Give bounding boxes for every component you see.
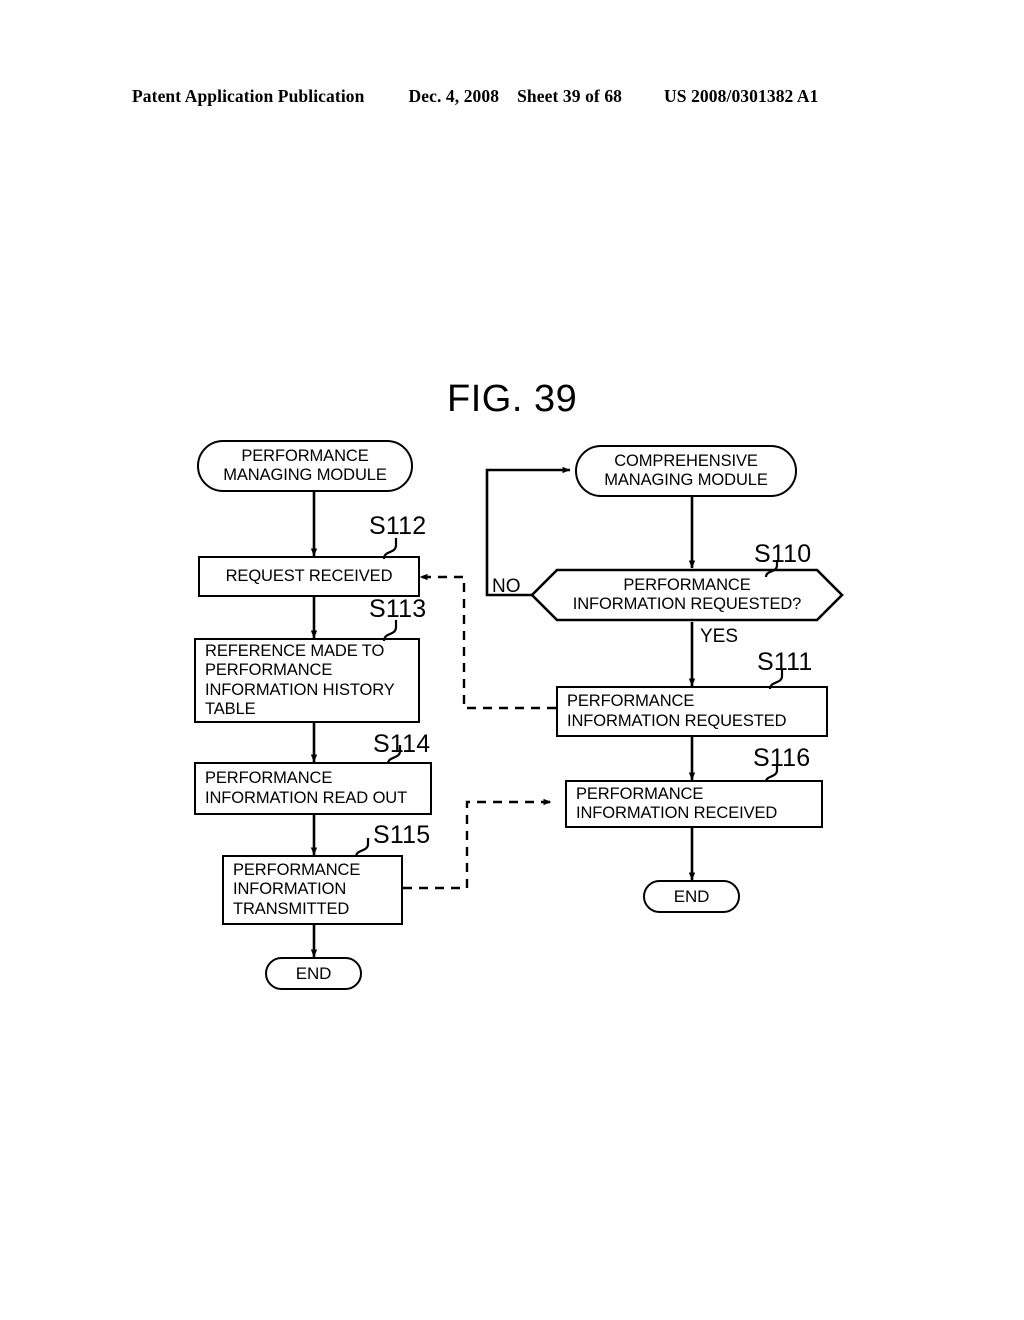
node-end-right[interactable]: END [643,880,740,913]
node-s114-information-read-out[interactable]: PERFORMANCE INFORMATION READ OUT [194,762,432,815]
step-label-s115: S115 [373,821,431,849]
flowchart-figure-39: PERFORMANCE MANAGING MODULE REQUEST RECE… [0,0,1024,1320]
leader-line-s115 [354,838,370,858]
node-s112-request-received[interactable]: REQUEST RECEIVED [198,556,420,597]
leader-line-s116 [764,765,779,783]
node-line: INFORMATION REQUESTED? [572,595,802,613]
node-line: REFERENCE MADE TO [205,642,385,661]
node-line: TRANSMITTED [233,899,350,918]
node-line: INFORMATION RECEIVED [576,804,778,822]
node-s110-information-requested-decision[interactable]: PERFORMANCE INFORMATION REQUESTED? [530,568,844,622]
step-label-s112: S112 [369,512,427,540]
node-line: INFORMATION READ OUT [205,788,408,807]
hexagon-text: PERFORMANCE INFORMATION REQUESTED? [530,576,844,614]
node-line: PERFORMANCE [576,784,704,803]
node-s111-information-requested[interactable]: PERFORMANCE INFORMATION REQUESTED [556,686,828,737]
branch-label-yes: YES [700,626,739,647]
node-line: PERFORMANCE [205,769,333,788]
node-line: COMPREHENSIVE [614,451,758,470]
node-s116-information-received[interactable]: PERFORMANCE INFORMATION RECEIVED [565,780,823,828]
node-line: END [295,963,332,983]
leader-line-s113 [382,620,398,642]
node-line: PERFORMANCE [623,575,751,594]
node-s115-information-transmitted[interactable]: PERFORMANCE INFORMATION TRANSMITTED [222,855,403,925]
node-s113-reference-made[interactable]: REFERENCE MADE TO PERFORMANCE INFORMATIO… [194,638,420,723]
node-line: PERFORMANCE [241,446,369,465]
node-line: MANAGING MODULE [223,466,387,484]
node-line: END [673,886,710,906]
node-line: PERFORMANCE [567,692,695,711]
node-line: PERFORMANCE [205,661,333,680]
node-line: REQUEST RECEIVED [225,566,393,585]
node-end-left[interactable]: END [265,957,362,990]
node-line: TABLE [205,699,256,718]
node-line: INFORMATION REQUESTED [567,711,787,730]
node-line: INFORMATION HISTORY [205,680,395,699]
leader-line-s112 [382,538,398,560]
flowchart-connectors [310,466,696,958]
node-line: MANAGING MODULE [604,471,768,489]
branch-label-no: NO [492,576,521,597]
node-line: INFORMATION [233,880,347,899]
node-comprehensive-managing-module[interactable]: COMPREHENSIVE MANAGING MODULE [575,445,797,497]
node-line: PERFORMANCE [233,861,361,880]
leader-line-s114 [386,745,402,765]
node-performance-managing-module[interactable]: PERFORMANCE MANAGING MODULE [197,440,413,492]
leader-line-s111 [768,670,784,690]
